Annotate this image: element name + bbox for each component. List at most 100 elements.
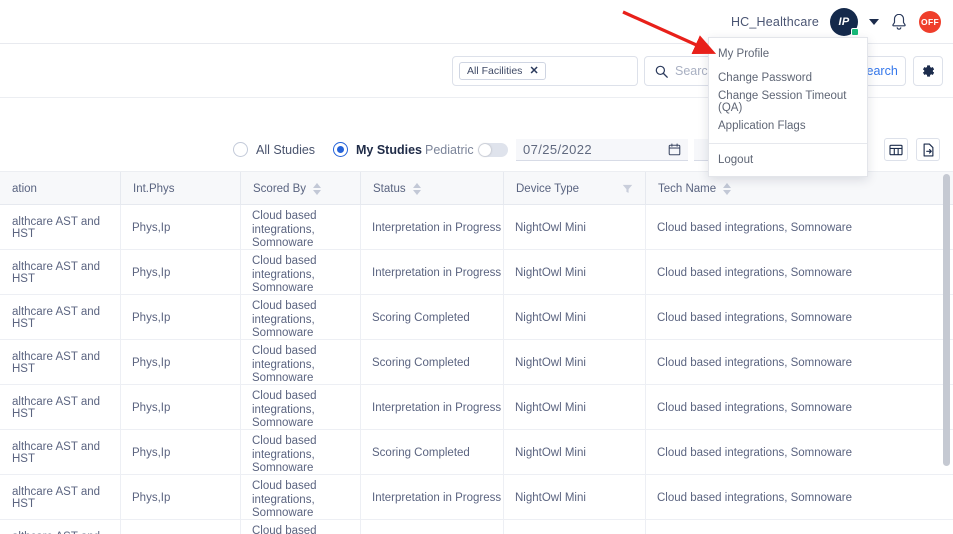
notification-bell-icon[interactable] (890, 12, 908, 32)
cell-scored-by: Cloud based integrations, Somnoware (252, 300, 317, 339)
sort-icon[interactable] (723, 182, 732, 195)
cell-device-type: NightOwl Mini (515, 446, 586, 459)
cell-int-phys: Phys,Ip (132, 311, 171, 324)
cell-device-type: NightOwl Mini (515, 266, 586, 279)
radio-all-studies-icon[interactable] (233, 142, 248, 157)
cell-scored-by: Cloud based integrations, Somnoware (252, 345, 317, 384)
cell-location: althcare AST and HST (12, 485, 101, 510)
table-row[interactable]: althcare AST and HST Phys,Ip Cloud based i… (0, 475, 953, 520)
cell-scored-by: Cloud based integrations, Somnoware (252, 390, 317, 429)
cell-scored-by: Cloud based integrations, Somnoware (252, 210, 317, 249)
menu-item-change-password[interactable]: Change Password (709, 66, 867, 90)
table-view-icon (889, 144, 903, 155)
radio-my-studies-label: My Studies (356, 142, 422, 157)
cell-int-phys: Phys,Ip (132, 221, 171, 234)
chevron-down-icon[interactable] (869, 19, 879, 25)
cell-int-phys: Phys,Ip (132, 446, 171, 459)
date-from-value: 07/25/2022 (523, 141, 593, 157)
column-header-device-type[interactable]: Device Type (503, 172, 645, 205)
cell-scored-by: Cloud based integrations, Somnoware (252, 435, 317, 474)
radio-my-studies-icon[interactable] (333, 142, 348, 157)
cell-int-phys: Phys,Ip (132, 266, 171, 279)
cell-tech-name: Cloud based integrations, Somnoware (657, 491, 852, 504)
table-body[interactable]: althcare AST and HST Phys,Ip Cloud based i… (0, 205, 953, 534)
cell-location: althcare AST and HST (12, 395, 101, 420)
cell-tech-name: Cloud based integrations, Somnoware (657, 356, 852, 369)
cell-status: Scoring Completed (372, 311, 470, 324)
table-view-button[interactable] (884, 138, 908, 161)
cell-status: Interpretation in Progress (372, 401, 502, 414)
status-badge[interactable]: OFF (919, 11, 941, 33)
filter-icon[interactable] (622, 184, 633, 194)
cell-scored-by: Cloud based integrations, Somnoware (252, 525, 317, 534)
menu-divider (709, 143, 867, 144)
cell-scored-by: Cloud based integrations, Somnoware (252, 480, 317, 519)
cell-location: althcare AST and HST (12, 215, 101, 240)
cell-location: althcare AST and HST (12, 305, 101, 330)
organization-name: HC_Healthcare (730, 15, 819, 29)
cell-tech-name: Cloud based integrations, Somnoware (657, 401, 852, 414)
column-header-tech-name-label: Tech Name (658, 182, 717, 195)
cell-int-phys: Phys,Ip (132, 401, 171, 414)
cell-tech-name: Cloud based integrations, Somnoware (657, 221, 852, 234)
radio-all-studies-label: All Studies (256, 142, 316, 157)
cell-status: Interpretation in Progress (372, 221, 502, 234)
cell-device-type: NightOwl Mini (515, 491, 586, 504)
column-header-status[interactable]: Status (360, 172, 503, 205)
table-row[interactable]: althcare AST and HST Phys,Ip Cloud based i… (0, 295, 953, 340)
user-dropdown-menu[interactable]: My Profile Change Password Change Sessio… (708, 37, 868, 177)
table-row[interactable]: althcare AST and HSTPhys,IpCloud based i… (0, 430, 953, 475)
table-row[interactable]: althcare AST and HST Phys,Ip Cloud based i… (0, 385, 953, 430)
presence-dot-icon (851, 28, 859, 36)
cell-tech-name: Cloud based integrations, Somnoware (645, 520, 935, 534)
menu-item-change-session-timeout[interactable]: Change Session Timeout (QA) (709, 90, 867, 114)
table-row[interactable]: althcare AST and HST Phys,Ip Cloud based i… (0, 340, 953, 385)
cell-location: althcare AST and HST (12, 350, 101, 375)
sort-icon[interactable] (412, 182, 421, 195)
table-row[interactable]: althcare AST and HST Phys,Ip Cloud based i… (0, 205, 953, 250)
cell-device-type: NightOwl Mini (503, 520, 645, 534)
search-icon (655, 65, 668, 78)
column-header-location[interactable]: ation (0, 172, 120, 205)
menu-item-application-flags[interactable]: Application Flags (709, 114, 867, 138)
cell-tech-name: Cloud based integrations, Somnoware (657, 446, 852, 459)
cell-tech-name: Cloud based integrations, Somnoware (657, 311, 852, 324)
cell-device-type: NightOwl Mini (515, 356, 586, 369)
close-icon[interactable]: ✕ (529, 65, 538, 77)
vertical-scrollbar-thumb[interactable] (943, 174, 950, 466)
calendar-icon[interactable] (668, 142, 681, 156)
study-list-page: HC_Healthcare IP OFF All Facilities ✕ Se… (0, 0, 953, 534)
column-header-location-label: ation (12, 182, 37, 195)
cell-device-type: NightOwl Mini (515, 401, 586, 414)
sort-icon[interactable] (313, 182, 322, 195)
export-button[interactable] (916, 138, 940, 161)
table-row[interactable]: althcare AST and HSTPhys,IpCloud based i… (0, 250, 953, 295)
table-row[interactable]: althcare AST and HSTPhys,IpCloud based i… (0, 520, 953, 534)
date-from-field[interactable]: 07/25/2022 (516, 138, 688, 161)
cell-status: Interpretation in Progress (372, 266, 502, 279)
cell-int-phys: Phys,Ip (132, 491, 171, 504)
column-header-int-phys[interactable]: Int.Phys (120, 172, 240, 205)
radio-all-studies[interactable]: All Studies (233, 142, 315, 157)
cell-device-type: NightOwl Mini (515, 221, 586, 234)
cell-scored-by: Cloud based integrations, Somnoware (252, 255, 317, 294)
export-document-icon (923, 142, 933, 157)
avatar[interactable]: IP (830, 8, 859, 36)
cell-int-phys: Phys,Ip (132, 356, 171, 369)
facility-chip-label: All Facilities (467, 65, 523, 77)
gear-icon (923, 65, 935, 77)
vertical-scrollbar-track[interactable] (942, 172, 952, 534)
facilities-filter-box[interactable]: All Facilities ✕ (452, 56, 638, 86)
menu-item-my-profile[interactable]: My Profile (709, 42, 867, 66)
cell-device-type: NightOwl Mini (515, 311, 586, 324)
column-header-scored-by[interactable]: Scored By (240, 172, 360, 205)
cell-status: Scoring Completed (372, 356, 470, 369)
settings-gear-button[interactable] (913, 56, 943, 86)
cell-int-phys: Phys,Ip (120, 520, 240, 534)
pediatric-toggle[interactable] (478, 142, 508, 157)
menu-item-logout[interactable]: Logout (709, 148, 867, 172)
cell-status: Scoring Completed (372, 446, 470, 459)
column-header-scored-by-label: Scored By (253, 182, 307, 195)
radio-my-studies[interactable]: My Studies (333, 142, 422, 157)
facility-chip[interactable]: All Facilities ✕ (459, 62, 546, 80)
